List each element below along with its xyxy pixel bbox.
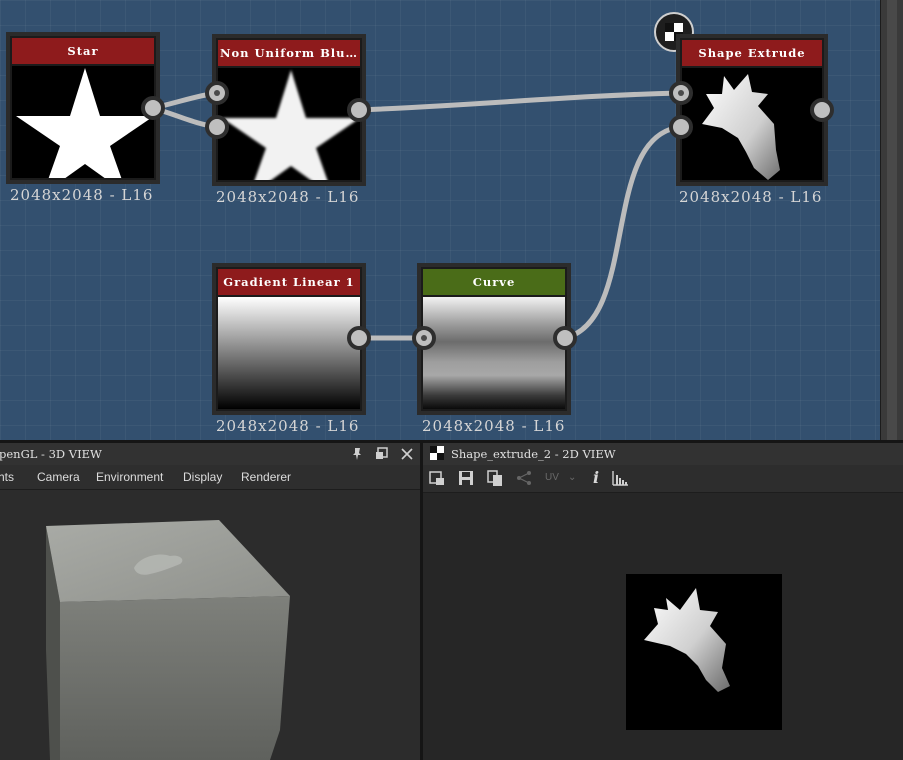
2d-viewport[interactable]	[423, 493, 903, 760]
output-port[interactable]	[810, 98, 834, 122]
uv-dropdown[interactable]: UV ⌄	[545, 469, 579, 487]
graph-vertical-scrollbar[interactable]	[880, 0, 903, 440]
wire-curve-to-extrude[interactable]	[564, 124, 682, 341]
panel-title: Shape_extrude_2 - 2D VIEW	[451, 447, 616, 461]
star-shape	[16, 68, 154, 178]
node-title: Shape Extrude	[682, 40, 822, 66]
input-port[interactable]	[205, 81, 229, 105]
node-non-uniform-blur[interactable]: Non Uniform Blu…	[212, 34, 366, 186]
node-graph-canvas[interactable]: Star 2048x2048 - L16 Non Uniform Blu… 20…	[0, 0, 880, 440]
output-port[interactable]	[141, 96, 165, 120]
node-thumbnail	[218, 68, 360, 180]
output-port[interactable]	[553, 326, 577, 350]
node-resolution: 2048x2048 - L16	[679, 188, 823, 206]
chevron-down-icon: ⌄	[568, 472, 577, 483]
extruded-shape	[702, 74, 780, 180]
info-icon[interactable]: i	[587, 469, 605, 487]
blurred-star-shape	[222, 70, 360, 180]
view-toolbar: UV ⌄ i	[423, 465, 903, 493]
node-thumbnail	[218, 297, 360, 409]
node-title: Non Uniform Blu…	[218, 40, 360, 66]
menu-environment[interactable]: Environment	[96, 465, 163, 489]
output-port[interactable]	[347, 98, 371, 122]
node-title: Star	[12, 38, 154, 64]
panel-title: penGL - 3D VIEW	[0, 447, 102, 461]
wire-blur-to-extrude[interactable]	[358, 90, 682, 113]
node-resolution: 2048x2048 - L16	[216, 188, 360, 206]
node-shape-extrude[interactable]: Shape Extrude	[676, 34, 828, 186]
menu-camera[interactable]: Camera	[37, 465, 80, 489]
pin-icon[interactable]	[349, 446, 365, 462]
view-menu-bar: hts Camera Environment Display Renderer	[0, 465, 420, 490]
menu-renderer[interactable]: Renderer	[241, 465, 291, 489]
share-icon	[515, 469, 533, 487]
node-thumbnail	[682, 68, 822, 180]
input-port[interactable]	[412, 326, 436, 350]
node-gradient-linear[interactable]: Gradient Linear 1	[212, 263, 366, 415]
histogram-icon[interactable]	[611, 469, 629, 487]
node-resolution: 2048x2048 - L16	[10, 186, 154, 204]
input-port[interactable]	[669, 81, 693, 105]
cube-front-face	[60, 596, 290, 760]
node-thumbnail	[12, 66, 154, 178]
export-view-icon[interactable]	[428, 469, 446, 487]
panel-header: Shape_extrude_2 - 2D VIEW	[423, 443, 903, 465]
menu-display[interactable]: Display	[183, 465, 222, 489]
save-icon[interactable]	[457, 469, 475, 487]
float-window-icon[interactable]	[374, 446, 390, 462]
menu-lights[interactable]: hts	[0, 465, 14, 489]
uv-label: UV	[545, 472, 559, 483]
panel-header: penGL - 3D VIEW	[0, 443, 420, 465]
node-star[interactable]: Star	[6, 32, 160, 184]
extruded-shape	[644, 588, 730, 692]
output-port[interactable]	[347, 326, 371, 350]
node-title: Curve	[423, 269, 565, 295]
node-resolution: 2048x2048 - L16	[422, 417, 566, 435]
input-port[interactable]	[205, 115, 229, 139]
texture-preview	[626, 574, 782, 730]
copy-icon[interactable]	[486, 469, 504, 487]
node-curve[interactable]: Curve	[417, 263, 571, 415]
3d-viewport[interactable]	[0, 490, 420, 760]
panel-3d-view: penGL - 3D VIEW hts Camera Environment D…	[0, 443, 420, 760]
close-icon[interactable]	[399, 446, 415, 462]
node-thumbnail	[423, 297, 565, 409]
input-port[interactable]	[669, 115, 693, 139]
node-resolution: 2048x2048 - L16	[216, 417, 360, 435]
checker-icon	[429, 446, 445, 462]
panel-2d-view: Shape_extrude_2 - 2D VIEW UV ⌄ i	[423, 443, 903, 760]
node-title: Gradient Linear 1	[218, 269, 360, 295]
